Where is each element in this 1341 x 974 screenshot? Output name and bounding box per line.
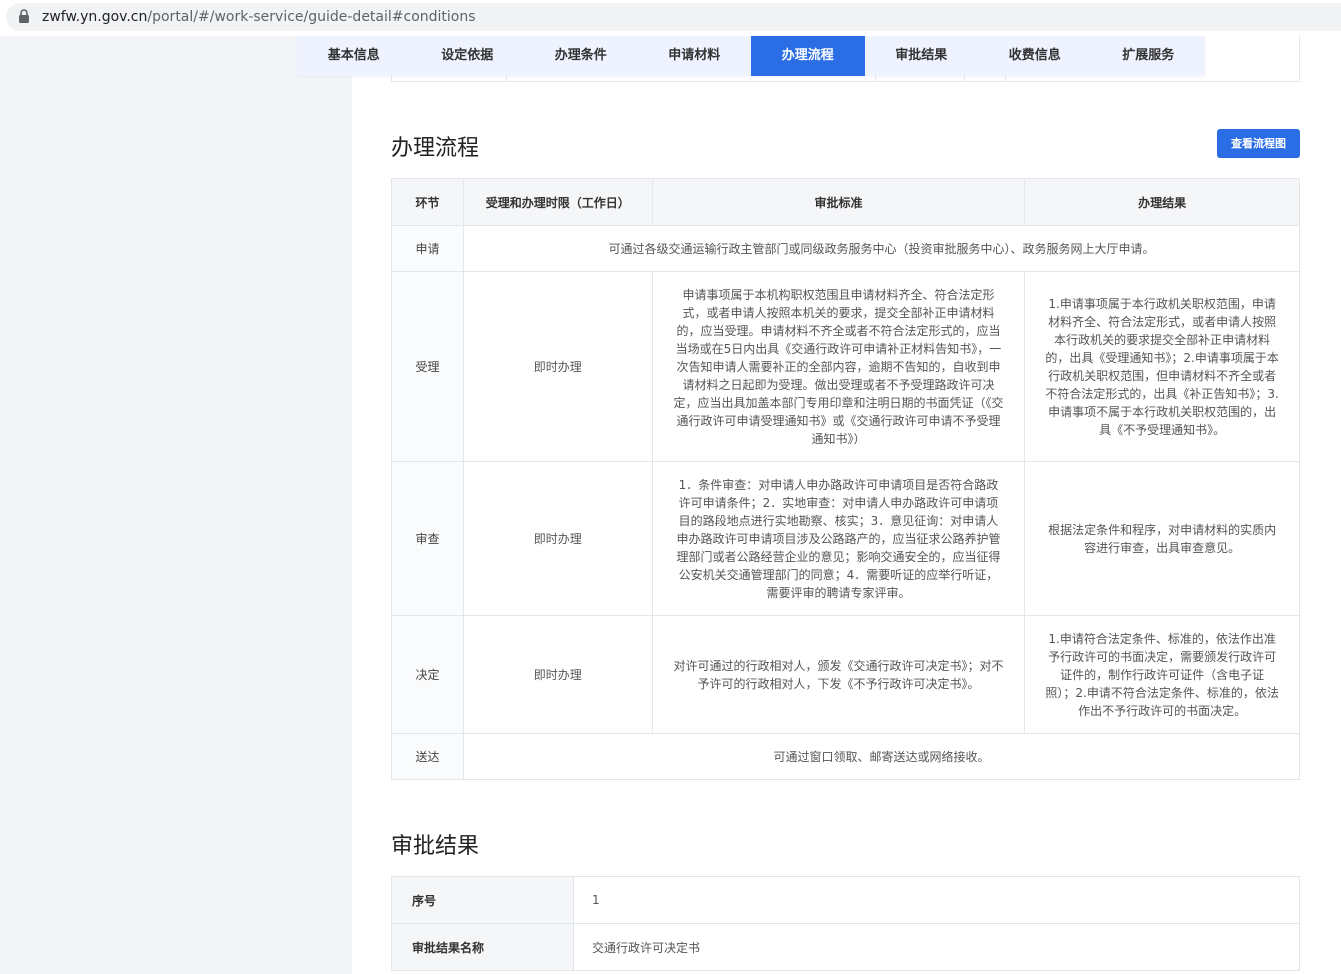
table-row: 审批结果名称 交通行政许可决定书 <box>391 923 1300 971</box>
merged-cell: 可通过窗口领取、邮寄送达或网络接收。 <box>462 733 1301 780</box>
result-cell: 1.申请符合法定条件、标准的，依法作出准予行政许可的书面决定，需要颁发行政许可证… <box>1024 615 1300 734</box>
table-row: 决定 即时办理 对许可通过的行政相对人，颁发《交通行政许可决定书》；对不予许可的… <box>391 615 1300 734</box>
table-row: 审查 即时办理 1．条件审查：对申请人申办路政许可申请项目是否符合路政许可申请条… <box>391 461 1300 616</box>
standard-cell: 对许可通过的行政相对人，颁发《交通行政许可决定书》；对不予许可的行政相对人，下发… <box>651 615 1026 734</box>
standard-cell: 申请事项属于本机构职权范围且申请材料齐全、符合法定形式，或者申请人按照本机关的要… <box>651 271 1026 462</box>
table-row: 送达 可通过窗口领取、邮寄送达或网络接收。 <box>391 733 1301 780</box>
result-key-cell: 序号 <box>391 876 574 924</box>
view-flowchart-button[interactable]: 查看流程图 <box>1217 129 1300 158</box>
stage-cell: 送达 <box>391 733 464 780</box>
header-result: 办理结果 <box>1024 178 1300 226</box>
time-limit-cell: 即时办理 <box>462 461 653 616</box>
tab-4[interactable]: 办理流程 <box>751 36 865 76</box>
result-cell: 根据法定条件和程序，对申请材料的实质内容进行审查，出具审查意见。 <box>1024 461 1300 616</box>
stage-cell: 受理 <box>391 271 464 462</box>
table-row: 申请 可通过各级交通运输行政主管部门或同级政务服务中心（投资审批服务中心）、政务… <box>391 225 1301 272</box>
result-key-cell: 审批结果名称 <box>391 923 574 971</box>
stage-cell: 申请 <box>391 225 464 272</box>
stage-cell: 审查 <box>391 461 464 616</box>
table-row: 序号 1 <box>391 876 1300 924</box>
browser-address-bar: zwfw.yn.gov.cn/portal/#/work-service/gui… <box>0 0 1341 36</box>
lock-icon[interactable] <box>18 9 32 25</box>
header-stage: 环节 <box>391 178 464 226</box>
url-text: zwfw.yn.gov.cn/portal/#/work-service/gui… <box>42 9 476 25</box>
tab-7[interactable]: 扩展服务 <box>1092 36 1206 76</box>
result-value-cell: 交通行政许可决定书 <box>573 923 1300 971</box>
result-value-cell: 1 <box>573 876 1300 924</box>
result-section-title: 审批结果 <box>391 834 480 859</box>
merged-cell: 可通过各级交通运输行政主管部门或同级政务服务中心（投资审批服务中心）、政务服务网… <box>462 225 1301 272</box>
time-limit-cell: 即时办理 <box>462 271 653 462</box>
standard-cell: 1．条件审查：对申请人申办路政许可申请项目是否符合路政许可申请条件；2．实地审查… <box>651 461 1026 616</box>
header-standard: 审批标准 <box>651 178 1026 226</box>
tab-5[interactable]: 审批结果 <box>865 36 979 76</box>
stage-cell: 决定 <box>391 615 464 734</box>
tab-6[interactable]: 收费信息 <box>978 36 1092 76</box>
flow-table-header: 环节 受理和办理时限（工作日） 审批标准 办理结果 <box>391 178 1300 226</box>
flow-table: 环节 受理和办理时限（工作日） 审批标准 办理结果 申请 可通过各级交通运输行政… <box>391 178 1301 780</box>
tab-1[interactable]: 设定依据 <box>411 36 525 76</box>
table-row: 受理 即时办理 申请事项属于本机构职权范围且申请材料齐全、符合法定形式，或者申请… <box>391 271 1300 462</box>
section-tabs: 基本信息 设定依据 办理条件 申请材料 办理流程 审批结果 收费信息 扩展服务 <box>297 36 1205 76</box>
tab-0[interactable]: 基本信息 <box>297 36 411 76</box>
result-table: 序号 1 审批结果名称 交通行政许可决定书 <box>391 876 1300 971</box>
header-time-limit: 受理和办理时限（工作日） <box>462 178 653 226</box>
tab-3[interactable]: 申请材料 <box>638 36 752 76</box>
result-cell: 1.申请事项属于本行政机关职权范围，申请材料齐全、符合法定形式，或者申请人按照本… <box>1024 271 1300 462</box>
flow-section-title: 办理流程 <box>391 136 480 161</box>
tab-2[interactable]: 办理条件 <box>524 36 638 76</box>
time-limit-cell: 即时办理 <box>462 615 653 734</box>
url-field[interactable]: zwfw.yn.gov.cn/portal/#/work-service/gui… <box>6 3 1341 31</box>
